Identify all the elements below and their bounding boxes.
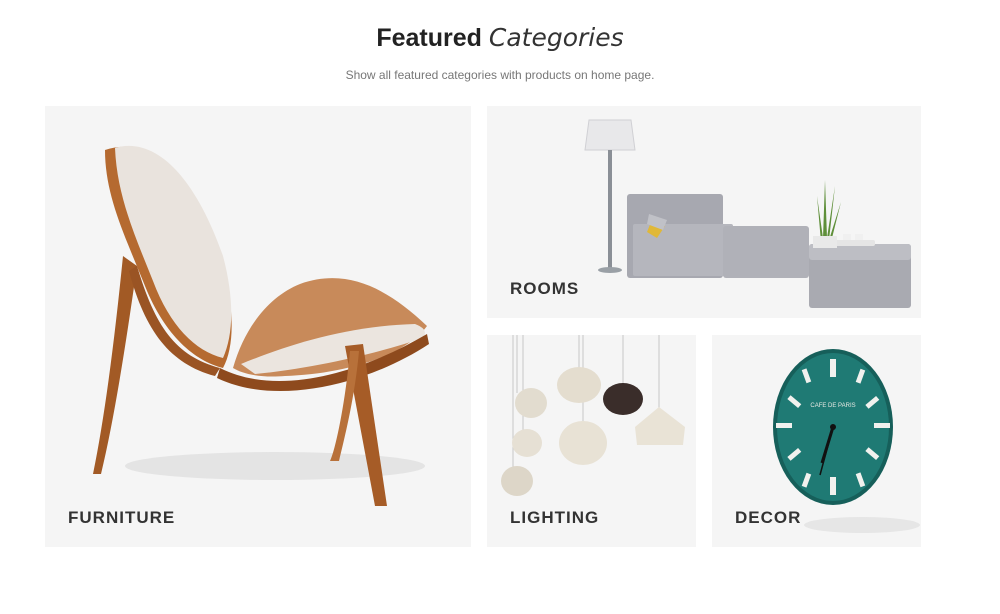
category-label-lighting: LIGHTING <box>510 508 600 527</box>
category-label-decor: DECOR <box>735 508 802 527</box>
category-card-decor[interactable]: CAFE DE PARIS DECOR <box>712 335 921 547</box>
category-card-furniture[interactable]: FURNITURE <box>45 106 471 547</box>
section-title-light: Categories <box>488 23 624 52</box>
lounge-chair-image <box>93 145 429 506</box>
section-title: Featured Categories <box>0 22 1000 54</box>
category-label-furniture: FURNITURE <box>68 508 176 527</box>
clock-brand-text: CAFE DE PARIS <box>810 403 855 409</box>
category-label-rooms: ROOMS <box>510 279 580 298</box>
section-title-bold: Featured <box>376 24 482 52</box>
section-subtitle: Show all featured categories with produc… <box>345 68 655 82</box>
category-card-lighting[interactable]: LIGHTING <box>487 335 696 547</box>
category-card-rooms[interactable]: ROOMS <box>487 106 921 318</box>
